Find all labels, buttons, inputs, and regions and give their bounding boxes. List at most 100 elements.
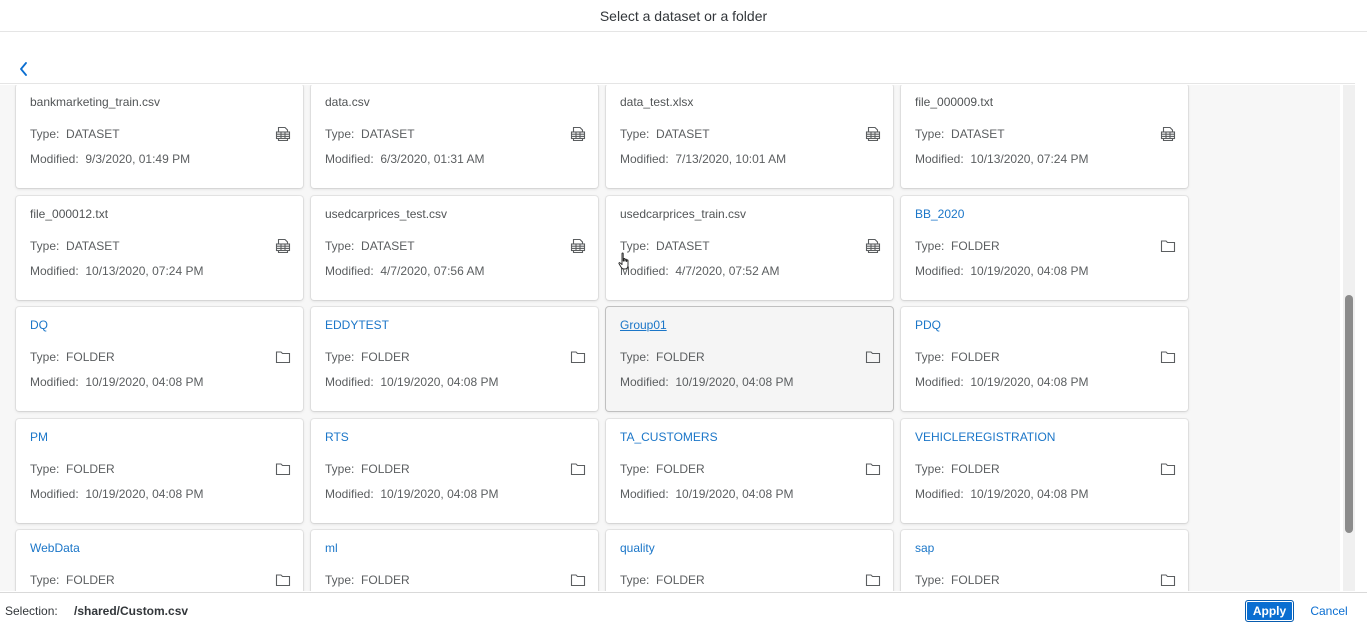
item-card[interactable]: usedcarprices_train.csv Type: DATASET Modi… xyxy=(606,196,893,300)
item-type-label: Type: xyxy=(620,462,650,476)
item-type-label: Type: xyxy=(620,239,650,253)
item-type-value: FOLDER xyxy=(656,573,705,587)
item-modified-value: 10/19/2020, 04:08 PM xyxy=(970,264,1089,278)
item-type-label: Type: xyxy=(620,350,650,364)
item-card[interactable]: data.csv Type: DATASET Modified: 6/3/2020,… xyxy=(311,85,598,188)
item-name: bankmarketing_train.csv xyxy=(30,95,161,109)
item-card[interactable]: Group01 Type: FOLDER Modified: 10/19/2020,… xyxy=(606,307,893,411)
item-name[interactable]: Group01 xyxy=(620,318,667,332)
item-type-value: FOLDER xyxy=(361,573,410,587)
item-modified-label: Modified: xyxy=(620,264,669,278)
item-modified: Modified: 10/19/2020, 04:08 PM xyxy=(325,375,498,389)
back-button[interactable] xyxy=(14,58,34,80)
item-name[interactable]: WebData xyxy=(30,541,80,555)
item-modified: Modified: 10/19/2020, 04:08 PM xyxy=(915,264,1088,278)
item-type-label: Type: xyxy=(30,350,60,364)
item-modified-label: Modified: xyxy=(915,264,964,278)
item-modified: Modified: 10/19/2020, 04:08 PM xyxy=(30,487,203,501)
item-type: Type: FOLDER xyxy=(915,239,1000,253)
item-name[interactable]: TA_CUSTOMERS xyxy=(620,430,718,444)
item-card[interactable]: EDDYTEST Type: FOLDER Modified: 10/19/2020… xyxy=(311,307,598,411)
dataset-icon xyxy=(570,238,586,254)
vertical-scrollbar[interactable] xyxy=(1343,85,1355,591)
folder-icon xyxy=(570,349,586,365)
cancel-button[interactable]: Cancel xyxy=(1302,600,1356,622)
item-card[interactable]: usedcarprices_test.csv Type: DATASET Modif… xyxy=(311,196,598,300)
item-modified: Modified: 10/19/2020, 04:08 PM xyxy=(30,375,203,389)
item-type-label: Type: xyxy=(325,239,355,253)
scrollbar-thumb[interactable] xyxy=(1345,295,1353,533)
item-card[interactable]: WebData Type: FOLDER xyxy=(16,530,303,591)
item-modified-label: Modified: xyxy=(915,152,964,166)
apply-button[interactable]: Apply xyxy=(1245,600,1294,622)
item-modified: Modified: 10/19/2020, 04:08 PM xyxy=(915,375,1088,389)
item-modified: Modified: 10/19/2020, 04:08 PM xyxy=(915,487,1088,501)
item-modified-value: 4/7/2020, 07:52 AM xyxy=(675,264,780,278)
item-modified-value: 6/3/2020, 01:31 AM xyxy=(380,152,485,166)
item-modified-value: 10/19/2020, 04:08 PM xyxy=(380,487,499,501)
item-type: Type: FOLDER xyxy=(915,350,1000,364)
item-name: file_000009.txt xyxy=(915,95,994,109)
item-type-label: Type: xyxy=(325,127,355,141)
item-card[interactable]: sap Type: FOLDER xyxy=(901,530,1188,591)
item-name[interactable]: EDDYTEST xyxy=(325,318,389,332)
item-name[interactable]: RTS xyxy=(325,430,349,444)
item-modified: Modified: 4/7/2020, 07:56 AM xyxy=(325,264,484,278)
item-modified-label: Modified: xyxy=(915,487,964,501)
item-type-label: Type: xyxy=(30,462,60,476)
item-name[interactable]: ml xyxy=(325,541,338,555)
folder-icon xyxy=(1160,349,1176,365)
item-card[interactable]: BB_2020 Type: FOLDER Modified: 10/19/2020,… xyxy=(901,196,1188,300)
item-card[interactable]: quality Type: FOLDER xyxy=(606,530,893,591)
item-type: Type: FOLDER xyxy=(620,350,705,364)
item-type-value: FOLDER xyxy=(951,573,1000,587)
item-modified-value: 10/19/2020, 04:08 PM xyxy=(970,375,1089,389)
item-grid-area[interactable]: bankmarketing_train.csv Type: DATASET Modi… xyxy=(0,85,1340,591)
item-type-value: FOLDER xyxy=(66,462,115,476)
item-type: Type: FOLDER xyxy=(325,573,410,587)
item-type-value: FOLDER xyxy=(66,573,115,587)
item-card[interactable]: bankmarketing_train.csv Type: DATASET Modi… xyxy=(16,85,303,188)
item-modified-value: 10/19/2020, 04:08 PM xyxy=(675,375,794,389)
item-card[interactable]: VEHICLEREGISTRATION Type: FOLDER Modified:… xyxy=(901,419,1188,523)
item-modified: Modified: 7/13/2020, 10:01 AM xyxy=(620,152,786,166)
item-card[interactable]: file_000009.txt Type: DATASET Modified: 10… xyxy=(901,85,1188,188)
item-type-label: Type: xyxy=(915,127,945,141)
item-card[interactable]: PM Type: FOLDER Modified: 10/19/2020, 04:0… xyxy=(16,419,303,523)
item-modified: Modified: 10/13/2020, 07:24 PM xyxy=(915,152,1088,166)
folder-icon xyxy=(865,349,881,365)
item-type-value: DATASET xyxy=(656,239,710,253)
item-card[interactable]: ml Type: FOLDER xyxy=(311,530,598,591)
item-type-value: DATASET xyxy=(361,239,415,253)
item-type-value: FOLDER xyxy=(951,462,1000,476)
item-type-label: Type: xyxy=(30,573,60,587)
item-type-value: FOLDER xyxy=(656,462,705,476)
item-card[interactable]: data_test.xlsx Type: DATASET Modified: 7/1… xyxy=(606,85,893,188)
item-type: Type: FOLDER xyxy=(325,462,410,476)
folder-icon xyxy=(1160,238,1176,254)
item-card[interactable]: PDQ Type: FOLDER Modified: 10/19/2020, 04:… xyxy=(901,307,1188,411)
item-type-label: Type: xyxy=(325,573,355,587)
item-card[interactable]: DQ Type: FOLDER Modified: 10/19/2020, 04:0… xyxy=(16,307,303,411)
item-type-label: Type: xyxy=(915,350,945,364)
item-name[interactable]: sap xyxy=(915,541,934,555)
item-name[interactable]: VEHICLEREGISTRATION xyxy=(915,430,1055,444)
item-card[interactable]: TA_CUSTOMERS Type: FOLDER Modified: 10/19/… xyxy=(606,419,893,523)
item-card[interactable]: file_000012.txt Type: DATASET Modified: 10… xyxy=(16,196,303,300)
selection-label: Selection: xyxy=(5,604,58,618)
item-type: Type: DATASET xyxy=(915,127,1005,141)
item-modified-label: Modified: xyxy=(620,487,669,501)
item-card[interactable]: RTS Type: FOLDER Modified: 10/19/2020, 04:… xyxy=(311,419,598,523)
item-type-label: Type: xyxy=(325,462,355,476)
item-name[interactable]: BB_2020 xyxy=(915,207,964,221)
dataset-icon xyxy=(865,238,881,254)
item-name[interactable]: quality xyxy=(620,541,655,555)
item-modified-value: 4/7/2020, 07:56 AM xyxy=(380,264,485,278)
item-name: usedcarprices_train.csv xyxy=(620,207,747,221)
dataset-icon xyxy=(1160,126,1176,142)
item-name[interactable]: DQ xyxy=(30,318,48,332)
item-name[interactable]: PM xyxy=(30,430,48,444)
dataset-icon xyxy=(275,238,291,254)
item-name[interactable]: PDQ xyxy=(915,318,941,332)
item-type: Type: FOLDER xyxy=(620,462,705,476)
